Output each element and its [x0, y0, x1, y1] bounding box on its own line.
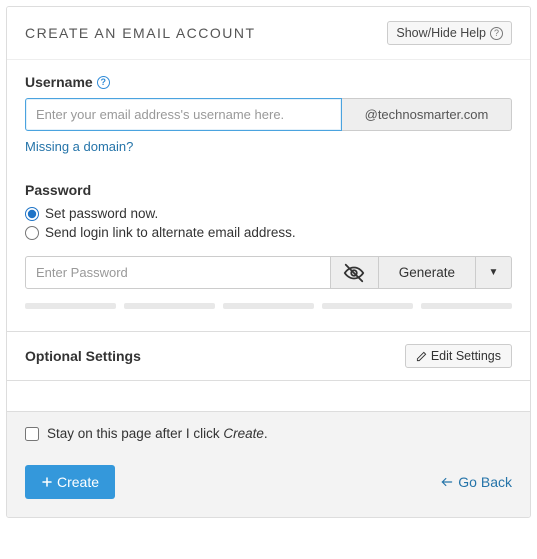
create-button-label: Create	[57, 474, 99, 490]
stay-prefix: Stay on this page after I click	[47, 426, 223, 441]
form-section: Username ? @technosmarter.com Missing a …	[7, 60, 530, 331]
radio-set-password-now[interactable]: Set password now.	[25, 206, 512, 221]
generate-password-label: Generate	[399, 265, 455, 280]
strength-segment	[25, 303, 116, 309]
go-back-label: Go Back	[458, 474, 512, 490]
radio-set-password-now-label: Set password now.	[45, 206, 158, 221]
strength-segment	[421, 303, 512, 309]
radio-set-password-now-input[interactable]	[25, 207, 39, 221]
username-label-row: Username ?	[25, 74, 512, 90]
generate-dropdown-button[interactable]: ▼	[476, 256, 512, 289]
strength-segment	[124, 303, 215, 309]
create-button[interactable]: Create	[25, 465, 115, 499]
caret-down-icon: ▼	[489, 267, 499, 278]
panel-header: CREATE AN EMAIL ACCOUNT Show/Hide Help ?	[7, 7, 530, 60]
username-input-row: @technosmarter.com	[25, 98, 512, 131]
strength-segment	[322, 303, 413, 309]
eye-slash-icon	[343, 262, 365, 284]
panel-title: CREATE AN EMAIL ACCOUNT	[25, 25, 256, 41]
pencil-icon	[416, 351, 427, 362]
stay-suffix: .	[264, 426, 268, 441]
optional-settings-title: Optional Settings	[25, 348, 141, 364]
stay-on-page-row[interactable]: Stay on this page after I click Create.	[25, 426, 512, 441]
arrow-left-icon	[440, 475, 454, 489]
optional-settings-header: Optional Settings Edit Settings	[7, 331, 530, 381]
create-email-panel: CREATE AN EMAIL ACCOUNT Show/Hide Help ?…	[6, 6, 531, 518]
button-row: Create Go Back	[25, 465, 512, 499]
optional-settings-body	[7, 381, 530, 411]
domain-suffix: @technosmarter.com	[342, 98, 512, 131]
stay-on-page-label: Stay on this page after I click Create.	[47, 426, 268, 441]
generate-password-button[interactable]: Generate	[379, 256, 476, 289]
password-strength-meter	[25, 303, 512, 309]
go-back-link[interactable]: Go Back	[440, 474, 512, 490]
show-hide-help-button[interactable]: Show/Hide Help ?	[387, 21, 512, 45]
radio-send-login-link-input[interactable]	[25, 226, 39, 240]
password-input[interactable]	[25, 256, 331, 289]
username-input[interactable]	[25, 98, 342, 131]
plus-icon	[41, 476, 53, 488]
stay-action: Create	[223, 426, 264, 441]
edit-settings-button[interactable]: Edit Settings	[405, 344, 512, 368]
radio-send-login-link[interactable]: Send login link to alternate email addre…	[25, 225, 512, 240]
password-input-row: Generate ▼	[25, 256, 512, 289]
stay-on-page-checkbox[interactable]	[25, 427, 39, 441]
help-button-label: Show/Hide Help	[396, 26, 486, 40]
help-icon: ?	[490, 27, 503, 40]
strength-segment	[223, 303, 314, 309]
panel-footer: Stay on this page after I click Create. …	[7, 411, 530, 517]
username-label: Username	[25, 74, 93, 90]
help-icon[interactable]: ?	[97, 76, 110, 89]
radio-send-login-link-label: Send login link to alternate email addre…	[45, 225, 296, 240]
missing-domain-link[interactable]: Missing a domain?	[25, 139, 133, 154]
toggle-password-visibility-button[interactable]	[331, 256, 379, 289]
password-label: Password	[25, 182, 512, 198]
edit-settings-label: Edit Settings	[431, 349, 501, 363]
